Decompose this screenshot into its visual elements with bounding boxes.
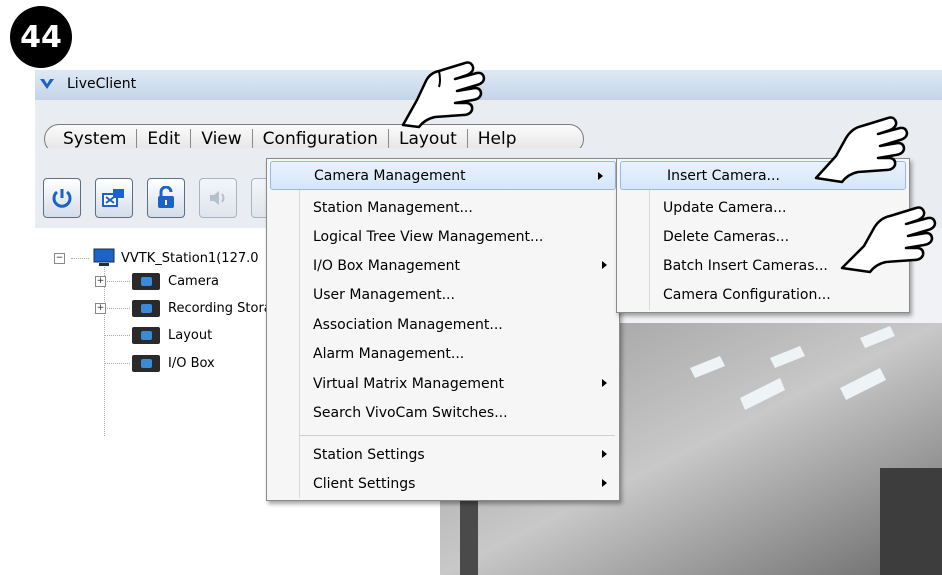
- menuitem-logical-tree-view-management[interactable]: Logical Tree View Management...: [267, 222, 619, 251]
- pointing-hand-icon: [401, 61, 486, 129]
- menu-edit[interactable]: Edit: [137, 129, 192, 149]
- menu-separator: [299, 435, 615, 436]
- menu-configuration[interactable]: Configuration: [253, 129, 389, 149]
- expand-icon[interactable]: +: [95, 276, 106, 287]
- speaker-button[interactable]: [199, 178, 237, 218]
- tree-item-recording-storage[interactable]: + Recording Stora: [95, 300, 272, 317]
- configuration-dropdown: Camera Management Station Management... …: [266, 158, 620, 501]
- menuitem-station-management[interactable]: Station Management...: [267, 193, 619, 222]
- collapse-icon[interactable]: −: [54, 252, 65, 264]
- menu-view[interactable]: View: [191, 129, 253, 149]
- submenu-arrow-icon: [602, 261, 607, 269]
- menuitem-label: Station Settings: [313, 446, 425, 463]
- menuitem-station-settings[interactable]: Station Settings: [267, 440, 619, 469]
- menuitem-io-box-management[interactable]: I/O Box Management: [267, 251, 619, 280]
- menuitem-alarm-management[interactable]: Alarm Management...: [267, 339, 619, 368]
- tree-item-label: Recording Stora: [168, 301, 272, 316]
- menuitem-association-management[interactable]: Association Management...: [267, 310, 619, 339]
- tree-item-layout[interactable]: Layout: [95, 327, 212, 344]
- menuitem-label: I/O Box Management: [313, 257, 461, 274]
- submenu-arrow-icon: [602, 479, 607, 487]
- tree-item-label: I/O Box: [168, 356, 215, 371]
- speaker-icon: [210, 191, 225, 205]
- menuitem-label: Station Management...: [313, 199, 473, 216]
- power-button[interactable]: [43, 178, 81, 218]
- menuitem-label: Delete Cameras...: [663, 228, 790, 245]
- expand-icon[interactable]: +: [95, 303, 106, 314]
- menuitem-label: Update Camera...: [663, 199, 787, 216]
- submenu-arrow-icon: [598, 172, 603, 180]
- tree-item-label: Layout: [168, 328, 213, 343]
- step-number-badge: 44: [10, 6, 72, 68]
- menuitem-virtual-matrix-management[interactable]: Virtual Matrix Management: [267, 369, 619, 398]
- folder-icon: [132, 273, 160, 290]
- window-title: LiveClient: [67, 76, 137, 92]
- vivotek-logo-icon: [40, 79, 54, 89]
- menuitem-label: Association Management...: [313, 316, 503, 333]
- menuitem-user-management[interactable]: User Management...: [267, 280, 619, 309]
- menuitem-label: Insert Camera...: [667, 167, 780, 184]
- menuitem-label: Camera Configuration...: [663, 286, 831, 303]
- menuitem-search-vivocam-switches[interactable]: Search VivoCam Switches...: [267, 398, 619, 427]
- tree-root-station[interactable]: − VVTK_Station1(127.0: [54, 248, 259, 268]
- remote-desktop-icon: [102, 189, 124, 207]
- submenu-arrow-icon: [602, 379, 607, 387]
- tree-item-camera[interactable]: + Camera: [95, 273, 219, 290]
- power-icon: [52, 189, 72, 208]
- folder-icon: [132, 355, 160, 372]
- menuitem-label: Search VivoCam Switches...: [313, 404, 508, 421]
- tree-root-label: VVTK_Station1(127.0: [121, 250, 259, 266]
- menuitem-camera-management[interactable]: Camera Management: [270, 161, 616, 190]
- menu-layout[interactable]: Layout: [389, 129, 468, 149]
- menuitem-label: User Management...: [313, 286, 455, 303]
- tree-item-label: Camera: [168, 274, 220, 289]
- computer-icon: [93, 248, 115, 266]
- menuitem-label: Virtual Matrix Management: [313, 375, 504, 392]
- menu-help[interactable]: Help: [468, 129, 527, 149]
- menuitem-label: Camera Management: [314, 167, 466, 184]
- folder-icon: [132, 327, 160, 344]
- menuitem-label: Batch Insert Cameras...: [663, 257, 828, 274]
- lock-icon: [158, 186, 174, 208]
- lock-button[interactable]: [147, 178, 185, 218]
- menuitem-client-settings[interactable]: Client Settings: [267, 469, 619, 498]
- submenu-arrow-icon: [602, 450, 607, 458]
- menu-system[interactable]: System: [53, 129, 138, 149]
- pointing-hand-icon: [840, 206, 937, 274]
- menuitem-camera-configuration[interactable]: Camera Configuration...: [617, 280, 909, 309]
- menuitem-label: Client Settings: [313, 475, 416, 492]
- remote-desktop-button[interactable]: [95, 178, 133, 218]
- menuitem-label: Alarm Management...: [313, 345, 465, 362]
- pointing-hand-icon: [814, 116, 909, 184]
- tree-item-io-box[interactable]: I/O Box: [95, 355, 215, 372]
- folder-icon: [132, 300, 160, 317]
- menuitem-label: Logical Tree View Management...: [313, 228, 544, 245]
